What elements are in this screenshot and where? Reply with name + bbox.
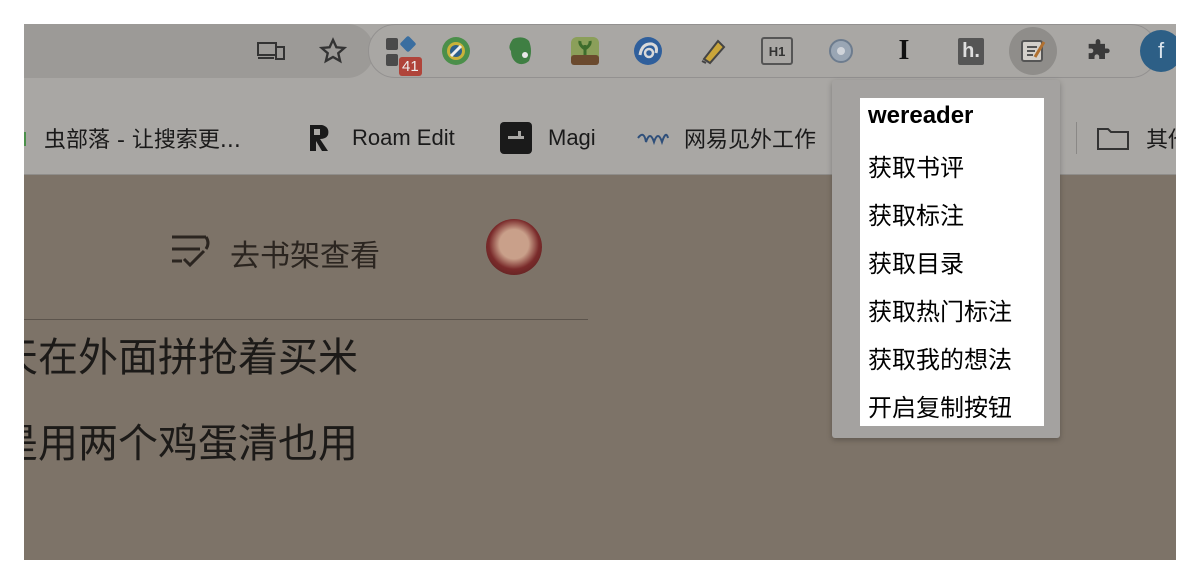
profile-avatar[interactable]: f — [1140, 30, 1176, 72]
wereader-note-icon[interactable] — [1009, 27, 1057, 75]
apps-badge: 41 — [399, 57, 422, 76]
menu-enable-copy-button[interactable]: 开启复制按钮 — [868, 388, 1012, 423]
bookmark-divider — [1076, 122, 1077, 154]
magi-icon — [500, 122, 532, 154]
bookmark-other-label: 其他 — [1146, 128, 1176, 153]
profile-initial: f — [1157, 38, 1165, 63]
folder-icon — [1097, 128, 1129, 150]
menu-get-popular-highlights[interactable]: 获取热门标注 — [868, 292, 1012, 327]
bookmark-other-folder[interactable]: 其他 — [1096, 102, 1176, 174]
instapaper-label: I — [898, 35, 910, 66]
bookmark-edge-icon — [24, 132, 26, 146]
reader-avatar[interactable] — [486, 219, 542, 275]
bookmark-magi[interactable]: Magi — [500, 102, 596, 174]
bookmark-roam-edit[interactable]: Roam Edit — [306, 102, 455, 174]
address-bar[interactable] — [24, 24, 374, 78]
hypothesis-icon[interactable]: h. — [955, 33, 987, 69]
forest-icon[interactable] — [567, 33, 603, 69]
bookmark-jianwai-label: 网易见外工作 — [684, 128, 817, 153]
bookmark-star-icon[interactable] — [318, 36, 348, 66]
content-divider — [24, 319, 588, 320]
evernote-icon[interactable] — [503, 34, 537, 68]
hypothesis-label: h. — [958, 37, 984, 65]
bookshelf-icon[interactable] — [166, 229, 212, 269]
bookmark-jianwai[interactable]: 网易见外工作 — [636, 102, 816, 174]
bookmark-roam-label: Roam Edit — [352, 125, 455, 150]
menu-get-reviews[interactable]: 获取书评 — [868, 148, 964, 183]
h1-icon[interactable]: H1 — [761, 37, 793, 65]
bookmark-magi-label: Magi — [548, 125, 596, 150]
menu-get-toc[interactable]: 获取目录 — [868, 244, 964, 279]
edge-blue-icon[interactable] — [631, 34, 665, 68]
h1-label: H1 — [768, 43, 786, 59]
extensions-group: 41 H1 I h. — [368, 24, 1158, 78]
roam-icon — [310, 125, 329, 151]
popup-title: wereader — [868, 102, 974, 129]
menu-get-highlights[interactable]: 获取标注 — [868, 196, 964, 231]
instapaper-icon[interactable]: I — [889, 33, 919, 69]
extension-popup: wereader 获取书评 获取标注 获取目录 获取热门标注 获取我的想法 开启… — [832, 80, 1060, 438]
highlighter-icon[interactable] — [695, 34, 729, 68]
popup-menu: wereader 获取书评 获取标注 获取目录 获取热门标注 获取我的想法 开启… — [860, 98, 1044, 426]
cast-icon[interactable] — [254, 38, 288, 64]
bookmark-chongbuluo[interactable]: 虫部落 - 让搜索更... — [44, 102, 241, 174]
go-to-bookshelf-link[interactable]: 去书架查看 — [230, 231, 380, 275]
text-line-2: 是用两个鸡蛋清也用 — [24, 421, 358, 467]
disc-icon[interactable] — [825, 35, 857, 67]
menu-get-my-thoughts[interactable]: 获取我的想法 — [868, 340, 1012, 375]
browser-window: 41 H1 I h. f 虫部落 - 让搜索更... Roam Edit Mag… — [24, 24, 1176, 560]
puzzle-icon[interactable] — [1081, 35, 1115, 69]
jianwai-icon — [637, 133, 669, 146]
text-line-1: 天在外面拼抢着买米 — [24, 335, 358, 381]
chrome-green-icon[interactable] — [439, 34, 473, 68]
